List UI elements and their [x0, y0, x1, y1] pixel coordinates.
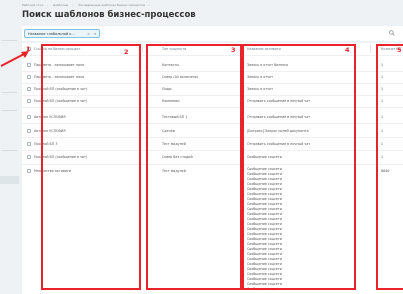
annotation-box-5 [376, 44, 403, 290]
page-title: Поиск шаблонов бизнес-процессов [22, 10, 196, 20]
annotation-arrow-icon [0, 51, 29, 67]
breadcrumb-item[interactable]: Рабочий стол [22, 3, 43, 7]
column-divider [370, 45, 371, 53]
star-icon[interactable]: ☆ [143, 11, 149, 19]
breadcrumb-item[interactable]: Шаблоны [53, 3, 68, 7]
column-divider [142, 45, 143, 53]
sidebar-active-item[interactable] [0, 176, 19, 184]
breadcrumb: Рабочий стол › Шаблоны › Расширенные шабло… [22, 3, 151, 7]
filter-field[interactable]: Название глобальной к... × ▾ [24, 29, 100, 38]
sidebar-divider [2, 40, 17, 41]
row-checkbox[interactable] [27, 115, 31, 119]
sidebar-divider [2, 110, 17, 111]
annotation-number: 5 [397, 46, 402, 54]
annotation-number: 2 [124, 48, 129, 56]
annotation-box-2 [41, 44, 141, 290]
row-checkbox[interactable] [27, 129, 31, 133]
breadcrumb-item[interactable]: Расширенные шаблоны бизнес-процессов [78, 3, 145, 7]
annotation-number: 3 [231, 46, 236, 54]
left-sidebar [0, 0, 19, 294]
annotation-box-4 [242, 44, 356, 290]
clear-icon[interactable]: × [87, 32, 90, 36]
sidebar-divider [2, 92, 17, 93]
annotation-box-3 [146, 44, 242, 290]
row-checkbox[interactable] [27, 155, 31, 159]
search-icon[interactable] [389, 30, 395, 36]
row-checkbox[interactable] [27, 87, 31, 91]
sidebar-divider [2, 150, 17, 151]
row-checkbox[interactable] [27, 75, 31, 79]
row-checkbox[interactable] [27, 169, 31, 173]
filter-bar: Название глобальной к... × ▾ [22, 26, 403, 41]
row-checkbox[interactable] [27, 142, 31, 146]
annotation-number: 4 [345, 46, 350, 54]
chevron-down-icon[interactable]: ▾ [94, 32, 96, 36]
filter-field-label: Название глобальной к... [28, 32, 75, 36]
row-checkbox[interactable] [27, 99, 31, 103]
